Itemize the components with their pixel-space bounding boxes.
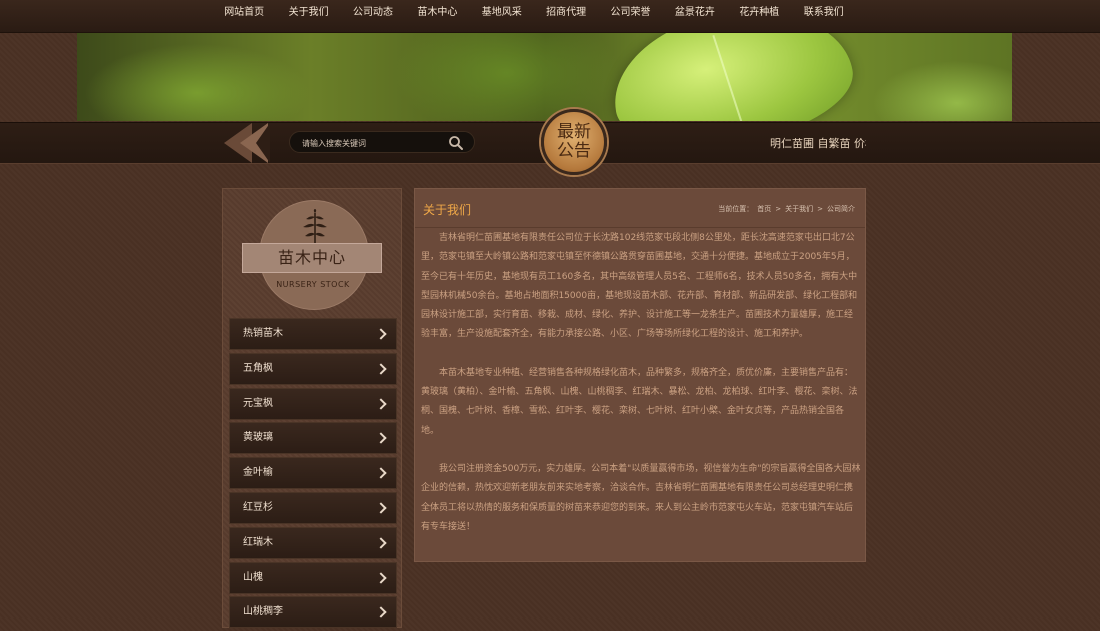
breadcrumb-separator: >: [775, 205, 782, 213]
chevron-right-icon: [375, 571, 387, 584]
sidebar-item-yuanbaofeng[interactable]: 元宝枫: [229, 387, 397, 420]
nav-item-contact[interactable]: 联系我们: [792, 0, 856, 32]
content-panel: 关于我们 当前位置： 首页 > 关于我们 > 公司简介 吉林省明仁苗圃基地有限责任公司位于…: [414, 188, 866, 562]
breadcrumb: 当前位置： 首页 > 关于我们 > 公司简介: [716, 204, 857, 214]
chevron-right-icon: [375, 606, 387, 619]
content-header: 关于我们 当前位置： 首页 > 关于我们 > 公司简介: [415, 189, 865, 228]
notice-marquee-text[interactable]: 明仁苗圃 自繁苗 价格I: [770, 135, 866, 151]
chevron-right-icon: [375, 397, 387, 410]
nav-item-bonsai[interactable]: 盆景花卉: [663, 0, 727, 32]
chevron-right-icon: [375, 467, 387, 479]
banner-image: [77, 33, 1012, 121]
sidebar-menu: 热销苗木 五角枫 元宝枫 黄玻璃 金叶榆 红豆杉 红瑞木 山槐 山桃稠李: [229, 318, 397, 631]
top-navigation: 网站首页 关于我们 公司动态 苗木中心 基地风采 招商代理 公司荣誉 盆景花卉 …: [0, 0, 1100, 33]
sidebar-item-hot[interactable]: 热销苗木: [229, 318, 397, 350]
sidebar-item-jinyeyu[interactable]: 金叶榆: [229, 457, 397, 490]
breadcrumb-home[interactable]: 首页: [757, 205, 771, 213]
nav-item-news[interactable]: 公司动态: [341, 0, 405, 32]
chevron-right-icon: [375, 363, 387, 375]
article-paragraph: 本苗木基地专业种植、经营销售各种规格绿化苗木，品种繁多，规格齐全，质优价廉，主要…: [421, 367, 858, 436]
leaf-graphic: [602, 33, 862, 121]
breadcrumb-section[interactable]: 关于我们: [785, 205, 813, 213]
search-box: [289, 131, 475, 153]
search-input[interactable]: [300, 135, 444, 151]
sidebar-item-wujiaofeng[interactable]: 五角枫: [229, 352, 397, 385]
sidebar-item-label: 山槐: [243, 571, 263, 583]
chevron-right-icon: [375, 537, 387, 549]
sidebar-item-shanhuai[interactable]: 山槐: [229, 561, 397, 594]
nav-item-honors[interactable]: 公司荣誉: [598, 0, 662, 32]
notice-badge-line2: 公告: [557, 141, 591, 161]
chevron-right-icon: [375, 328, 387, 340]
nav-item-about[interactable]: 关于我们: [276, 0, 340, 32]
sidebar-title: 苗木中心: [242, 243, 382, 273]
sidebar-item-label: 元宝枫: [243, 397, 273, 409]
latest-notice-badge: 最新 公告: [541, 109, 607, 175]
nav-item-base[interactable]: 基地风采: [470, 0, 534, 32]
nav-item-planting[interactable]: 花卉种植: [727, 0, 791, 32]
search-icon[interactable]: [448, 135, 464, 151]
article-body: 吉林省明仁苗圃基地有限责任公司位于长沈路102线范家屯段北侧8公里处，距长沈高速…: [421, 229, 861, 537]
sidebar-subtitle: NURSERY STOCK: [276, 280, 350, 289]
sidebar-item-label: 金叶榆: [243, 467, 273, 479]
sidebar-item-hongruimu[interactable]: 红瑞木: [229, 526, 397, 559]
breadcrumb-label: 当前位置：: [718, 205, 754, 213]
chevron-right-icon: [375, 432, 387, 445]
article-paragraph: 吉林省明仁苗圃基地有限责任公司位于长沈路102线范家屯段北侧8公里处，距长沈高速…: [421, 233, 858, 340]
breadcrumb-page: 公司简介: [827, 205, 855, 213]
chevron-decoration-icon: [256, 123, 270, 163]
sidebar-item-label: 山桃稠李: [243, 606, 283, 618]
chevron-right-icon: [375, 502, 387, 514]
sidebar-item-label: 红豆杉: [243, 501, 273, 513]
nav-list: 网站首页 关于我们 公司动态 苗木中心 基地风采 招商代理 公司荣誉 盆景花卉 …: [212, 0, 856, 32]
page-title: 关于我们: [423, 203, 472, 217]
sidebar-item-shantaochouli[interactable]: 山桃稠李: [229, 596, 397, 629]
nav-item-agency[interactable]: 招商代理: [534, 0, 598, 32]
notice-badge-line1: 最新: [557, 122, 591, 142]
sidebar-item-label: 红瑞木: [243, 536, 273, 548]
breadcrumb-separator: >: [817, 205, 823, 213]
sidebar-item-label: 黄玻璃: [243, 432, 273, 444]
sidebar: 苗木中心 NURSERY STOCK 热销苗木 五角枫 元宝枫 黄玻璃 金叶榆 …: [222, 188, 402, 631]
nav-item-nursery[interactable]: 苗木中心: [405, 0, 469, 32]
nav-item-home[interactable]: 网站首页: [212, 0, 276, 32]
sidebar-item-huangboli[interactable]: 黄玻璃: [229, 422, 397, 455]
sidebar-item-hongdoushan[interactable]: 红豆杉: [229, 491, 397, 524]
sidebar-item-label: 五角枫: [243, 362, 273, 374]
article-paragraph: 我公司注册资金500万元，实力雄厚。公司本着"以质量赢得市场，视信誉为生命"的宗…: [421, 463, 861, 532]
sidebar-item-label: 热销苗木: [243, 328, 283, 339]
